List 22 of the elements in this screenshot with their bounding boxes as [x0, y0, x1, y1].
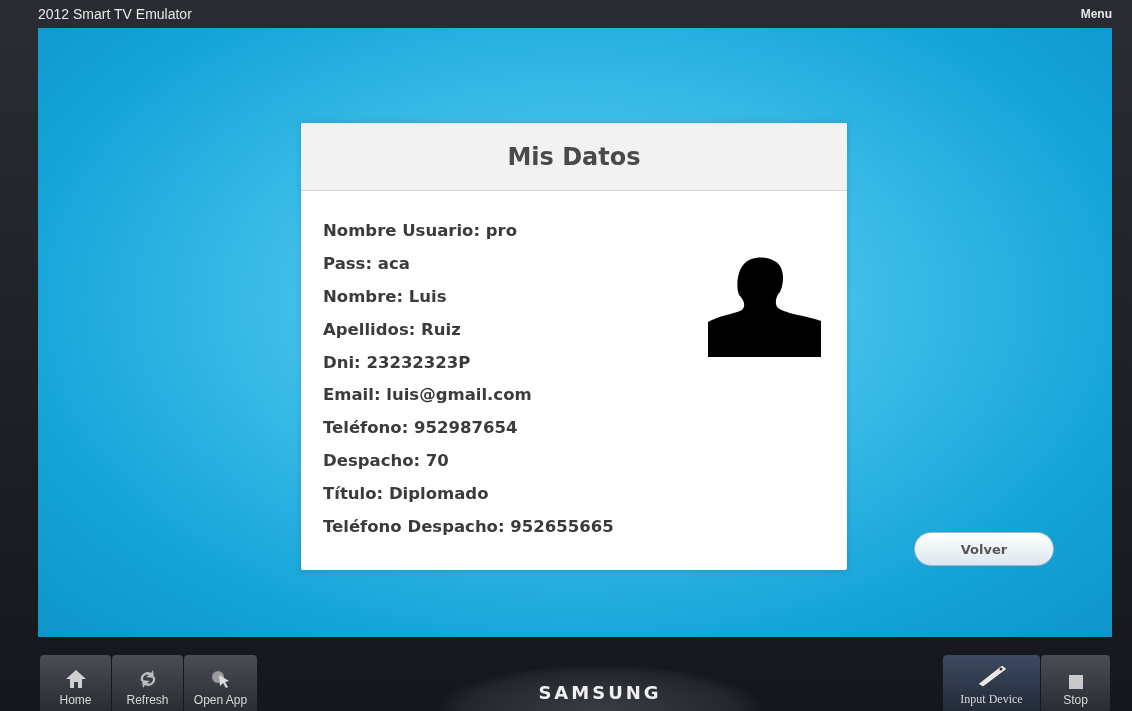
- toolbar-button[interactable]: Refresh: [112, 655, 183, 711]
- profile-field: Despacho: 70: [323, 450, 614, 473]
- back-button[interactable]: Volver: [914, 532, 1054, 566]
- profile-field: Pass: aca: [323, 252, 614, 276]
- stop-icon: [1068, 675, 1083, 689]
- window-title: 2012 Smart TV Emulator: [38, 6, 192, 22]
- profile-field: Nombre: Luis: [323, 285, 614, 309]
- brand-logo: SAMSUNG: [538, 682, 662, 703]
- profile-field: Nombre Usuario: pro: [323, 220, 614, 243]
- profile-field: Apellidos: Ruiz: [323, 318, 614, 342]
- profile-field: Teléfono: 952987654: [323, 417, 614, 440]
- profile-field: Título: Diplomado: [323, 483, 614, 506]
- profile-field: Email: luis@gmail.com: [323, 384, 614, 407]
- menu-link[interactable]: Menu: [1080, 7, 1112, 21]
- card-title: Mis Datos: [507, 142, 641, 171]
- profile-field: Teléfono Despacho: 952655665: [323, 516, 614, 539]
- toolbar-button[interactable]: Input Device: [943, 655, 1040, 711]
- toolbar-button[interactable]: Stop: [1041, 655, 1110, 711]
- toolbar-button[interactable]: Home: [40, 655, 111, 711]
- profile-field: Dni: 23232323P: [323, 351, 614, 375]
- toolbar-button[interactable]: Open App: [184, 655, 257, 711]
- home-icon: [64, 669, 87, 689]
